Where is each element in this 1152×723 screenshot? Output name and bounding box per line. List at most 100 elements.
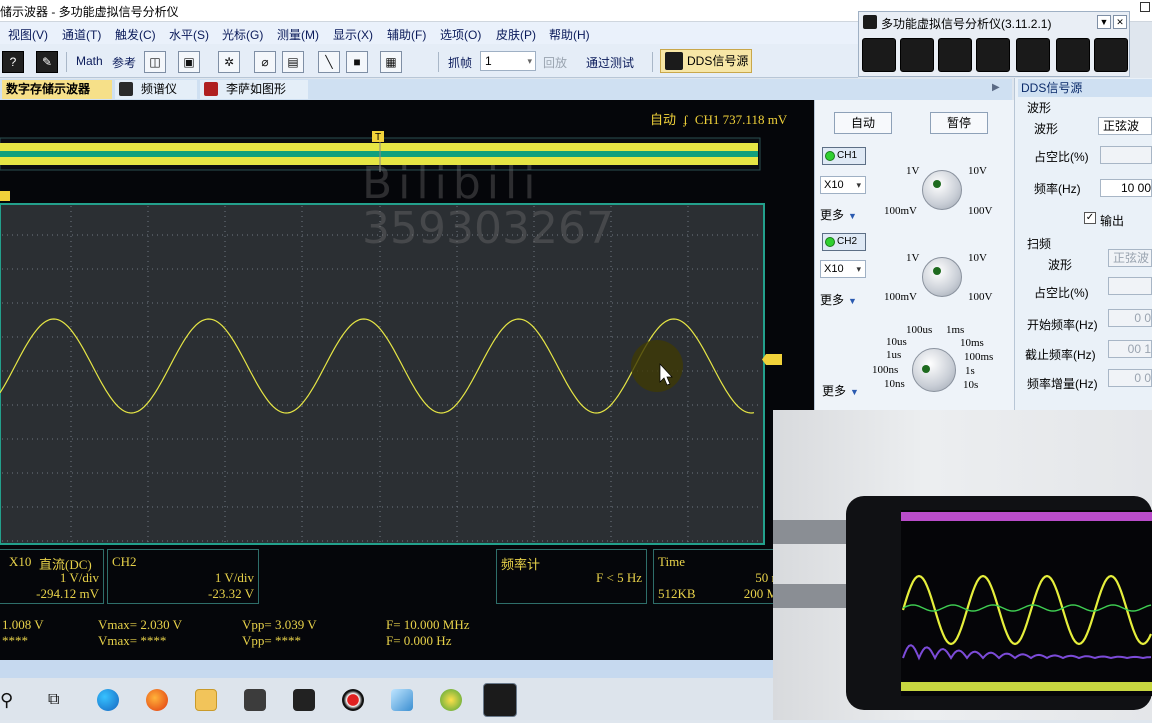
image-icon[interactable]: ▤ (282, 51, 304, 73)
dds-freq-input[interactable]: 10 00 (1100, 179, 1152, 197)
ch1-indicator (825, 151, 835, 161)
notes-icon[interactable] (391, 689, 413, 711)
horizontal-scrollbar[interactable] (0, 660, 780, 678)
time-more-button[interactable]: 更多 ▼ (822, 382, 859, 399)
pulse-app-icon[interactable] (1056, 38, 1090, 72)
cursor-line-icon[interactable]: ╲ (318, 51, 340, 73)
menu-cursor[interactable]: 光标(G) (222, 26, 263, 43)
dropdown-button[interactable]: ▼ (1097, 15, 1111, 29)
menu-help[interactable]: 帮助(H) (549, 26, 590, 43)
step-app-icon[interactable] (1094, 38, 1128, 72)
meas-vpp-ch2: Vpp= **** (242, 633, 301, 648)
modulation-app-icon[interactable] (1016, 38, 1050, 72)
stop-icon[interactable]: ■ (346, 51, 368, 73)
meas-vpp-ch1: Vpp= 3.039 V (242, 617, 317, 632)
app-icon (863, 15, 877, 29)
dds-output-label: 输出 (1100, 214, 1125, 228)
oscilloscope-app-icon[interactable] (862, 38, 896, 72)
search-icon[interactable]: ⚲ (0, 689, 22, 711)
trigger-marker-label: T (375, 132, 381, 143)
pause-button[interactable]: 暂停 (930, 112, 988, 134)
menu-horizontal[interactable]: 水平(S) (169, 26, 209, 43)
ch1-info-box[interactable]: X10 直流(DC) 1 V/div -294.12 mV (0, 549, 104, 604)
spectrum-app-icon[interactable] (900, 38, 934, 72)
dds-sweep-wave-select[interactable]: 正弦波 (1108, 249, 1152, 267)
dds-step-freq-input[interactable]: 0 0 (1108, 369, 1152, 387)
ch2-knob-label: 100V (968, 291, 993, 303)
timebase-knob[interactable] (912, 348, 956, 392)
auto-button[interactable]: 自动 (834, 112, 892, 134)
firefox-icon[interactable] (146, 689, 168, 711)
menu-channel[interactable]: 通道(T) (62, 26, 101, 43)
tab-scroll-right-icon[interactable]: ▶ (992, 82, 1000, 93)
reference-button[interactable]: 参考 (112, 54, 136, 71)
math-button[interactable]: Math (76, 54, 103, 68)
ch1-knob-label: 1V (906, 165, 920, 177)
wrench-icon[interactable]: ✎ (36, 51, 58, 73)
ch1-knob-label: 100mV (884, 205, 917, 217)
tab-label: 频谱仪 (141, 82, 178, 96)
record-icon[interactable] (342, 689, 364, 711)
ch2-offset: -23.32 V (208, 586, 254, 601)
task-view-icon[interactable]: ⧉ (48, 689, 70, 711)
store-icon[interactable] (244, 689, 266, 711)
frequency-counter-title: 频率计 (501, 557, 541, 572)
ch2-name: CH2 (112, 554, 137, 569)
ch1-probe-select[interactable]: X10 ▾ (820, 176, 866, 194)
dds-waveform-select[interactable]: 正弦波 (1098, 117, 1152, 135)
analyzer-taskbar-icon[interactable] (483, 683, 517, 717)
menu-trigger[interactable]: 触发(C) (115, 26, 156, 43)
dds-sweep-duty-input[interactable] (1108, 277, 1152, 295)
tab-lissajous[interactable]: 李萨如图形 (200, 80, 308, 99)
help-button[interactable]: ? (2, 51, 24, 73)
ch2-indicator (825, 237, 835, 247)
menu-skin[interactable]: 皮肤(P) (496, 26, 536, 43)
time-knob-label: 100ns (872, 364, 899, 376)
ch1-level-marker[interactable] (0, 191, 10, 201)
ch2-more-button[interactable]: 更多 ▼ (820, 291, 857, 308)
split-view-icon[interactable]: ◫ (144, 51, 166, 73)
close-button[interactable]: ✕ (1113, 15, 1127, 29)
dds-stop-freq-input[interactable]: 00 1 (1108, 340, 1152, 358)
probe-icon[interactable]: ⌀ (254, 51, 276, 73)
menu-display[interactable]: 显示(X) (333, 26, 373, 43)
trigger-channel: CH1 (694, 112, 720, 127)
frame-icon[interactable]: ▣ (178, 51, 200, 73)
color-icon[interactable]: ▦ (380, 51, 402, 73)
ch1-more-button[interactable]: 更多 ▼ (820, 206, 857, 223)
ch2-volts-knob[interactable] (922, 257, 962, 297)
menu-options[interactable]: 选项(O) (440, 26, 481, 43)
dds-output-checkbox[interactable]: ✓ (1084, 212, 1096, 224)
file-explorer-icon[interactable] (195, 689, 217, 711)
dds-duty-input[interactable] (1100, 146, 1152, 164)
ch1-toggle-button[interactable]: CH1 (822, 147, 866, 165)
ch1-volts-knob[interactable] (922, 170, 962, 210)
recorder-app-icon[interactable] (938, 38, 972, 72)
playback-button[interactable]: 回放 (543, 54, 567, 71)
edge-browser-icon[interactable] (97, 689, 119, 711)
pass-test-button[interactable]: 通过测试 (586, 54, 634, 71)
ch2-toggle-button[interactable]: CH2 (822, 233, 866, 251)
menu-aux[interactable]: 辅助(F) (387, 26, 426, 43)
dds-start-freq-input[interactable]: 0 0 (1108, 309, 1152, 327)
time-knob-label: 1ms (946, 324, 965, 336)
tab-oscilloscope[interactable]: 数字存储示波器 (2, 80, 112, 99)
timebase-box[interactable]: Time 50 n 512KB 200 M (653, 549, 779, 604)
tab-spectrum[interactable]: 频谱仪 (115, 80, 197, 99)
dds-source-button[interactable]: DDS信号源 (660, 49, 752, 73)
dds-start-freq-label: 开始频率(Hz) (1027, 318, 1098, 332)
restore-button[interactable] (1140, 2, 1150, 12)
frequency-counter-box[interactable]: 频率计 F < 5 Hz (496, 549, 647, 604)
square-wave-app-icon[interactable] (976, 38, 1010, 72)
menu-view[interactable]: 视图(V) (8, 26, 48, 43)
trigger-level-marker[interactable] (762, 354, 782, 365)
memory-depth: 512KB (658, 586, 696, 601)
menu-measure[interactable]: 测量(M) (277, 26, 319, 43)
player-icon[interactable] (440, 689, 462, 711)
ch2-scale: 1 V/div (214, 570, 254, 585)
capture-frame-input[interactable]: 1 ▾ (480, 51, 536, 71)
settings-icon[interactable]: ✲ (218, 51, 240, 73)
mail-icon[interactable] (293, 689, 315, 711)
ch2-info-box[interactable]: CH2 1 V/div -23.32 V (107, 549, 259, 604)
ch2-probe-select[interactable]: X10 ▾ (820, 260, 866, 278)
